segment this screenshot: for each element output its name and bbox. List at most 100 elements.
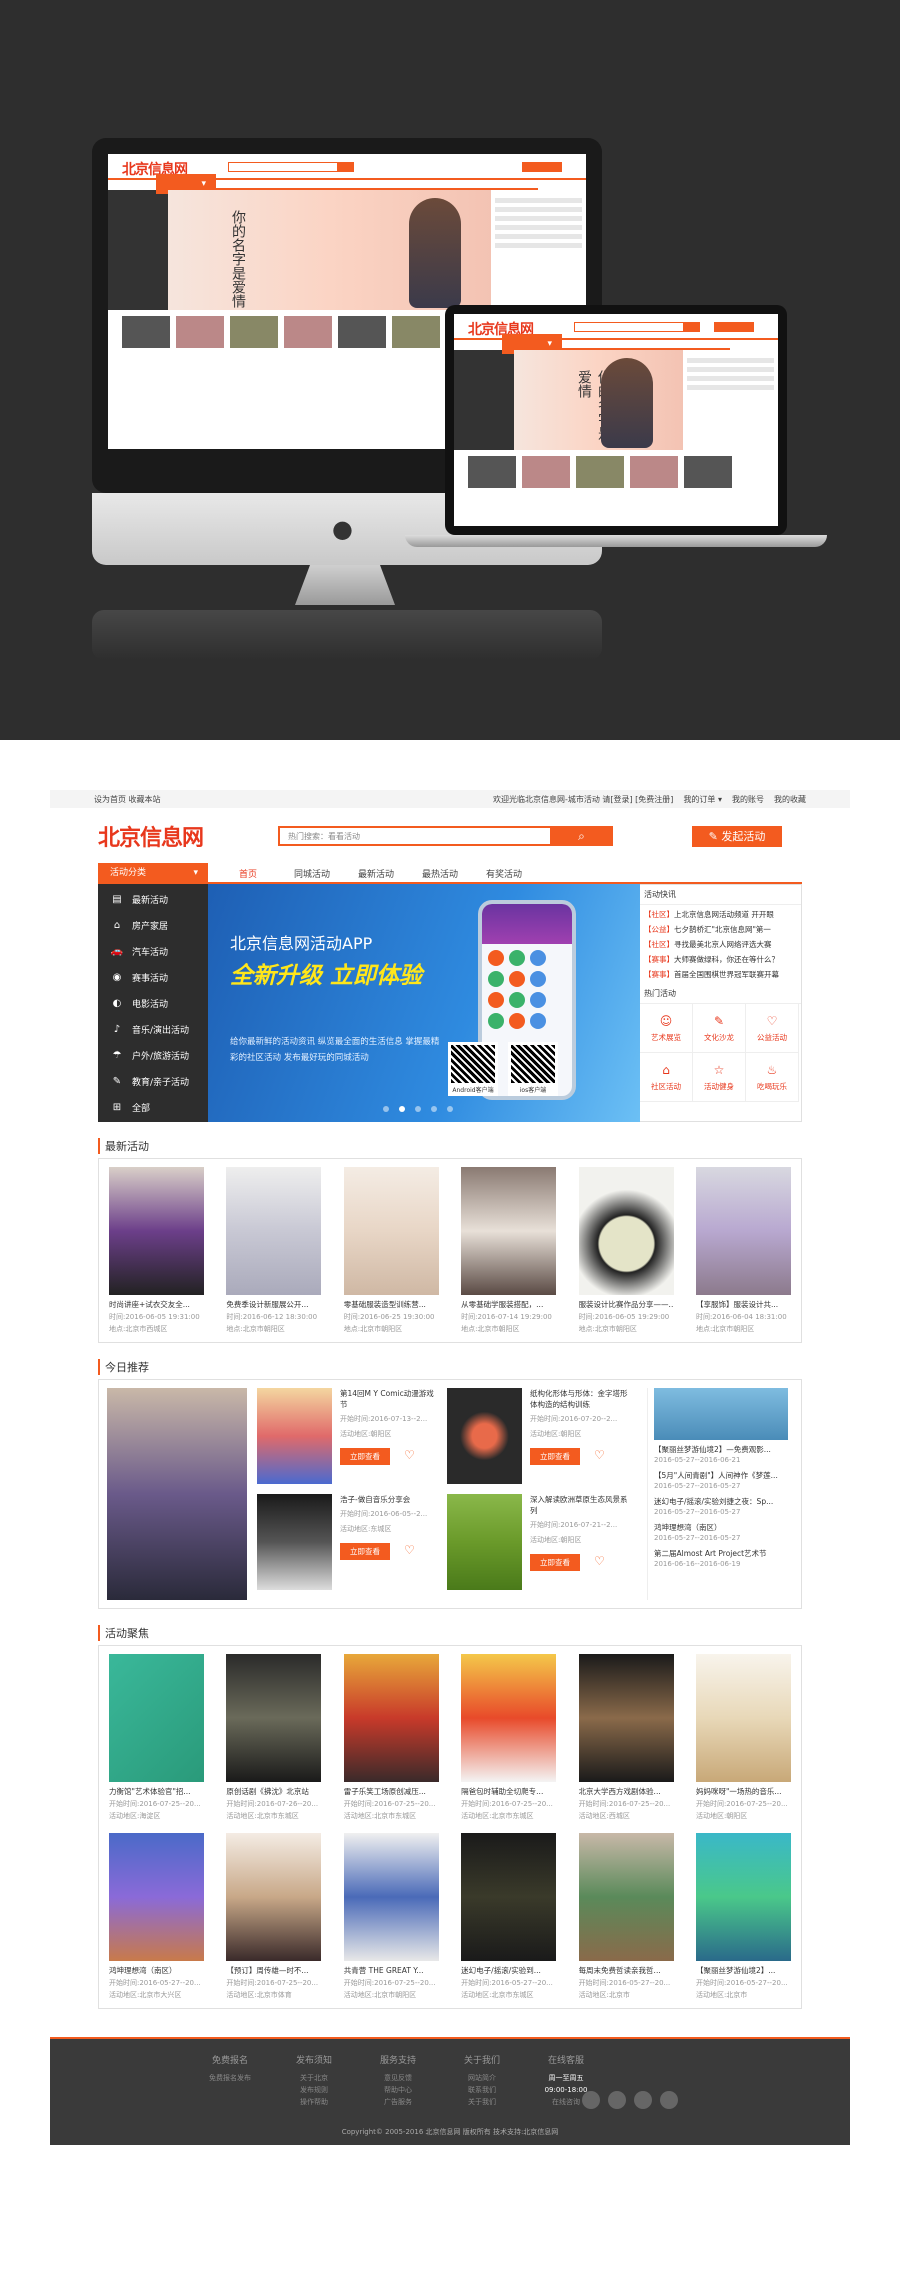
- carousel-dot[interactable]: [431, 1106, 437, 1112]
- carousel-dot[interactable]: [399, 1106, 405, 1112]
- side-list-image[interactable]: [654, 1388, 788, 1440]
- nav-prize[interactable]: 有奖活动: [472, 867, 536, 880]
- side-item-title[interactable]: 迷幻电子/摇滚/实验刘捷之夜：Sp...: [654, 1496, 793, 1507]
- ios-qr-code: ios客户端: [508, 1042, 558, 1096]
- today-time: 开始时间:2016-06-05--2...: [340, 1510, 428, 1518]
- heart-icon[interactable]: ♡: [594, 1554, 605, 1568]
- featured-image[interactable]: [107, 1388, 247, 1600]
- sidebar-item-music[interactable]: ♪ 音乐/演出活动: [98, 1016, 208, 1042]
- side-item-title[interactable]: 鸿坤理想湾（南区）: [654, 1522, 793, 1533]
- sidebar-item-latest[interactable]: ▤ 最新活动: [98, 886, 208, 912]
- hot-salon[interactable]: ✎ 文化沙龙: [693, 1004, 746, 1053]
- wechat-icon[interactable]: [608, 2091, 626, 2109]
- focus-card[interactable]: 【预订】周传雄—时不... 开始时间:2016-07-25--20... 活动地区:…: [226, 1833, 322, 2000]
- view-now-button[interactable]: 立即查看: [530, 1448, 580, 1465]
- site-logo[interactable]: 北京信息网: [98, 820, 204, 852]
- footer-link[interactable]: 操作帮助: [284, 2096, 344, 2108]
- focus-card[interactable]: 鸿坤理想湾（南区） 开始时间:2016-05-27--20... 活动地区:北京市大…: [109, 1833, 204, 2000]
- news-item[interactable]: 【公益】七夕鹊桥汇"北京信息网"第一: [644, 922, 797, 937]
- news-text: 首届全国围棋世界冠军联赛开幕: [674, 970, 779, 979]
- hot-fitness[interactable]: ☆ 活动健身: [693, 1053, 746, 1102]
- hot-charity[interactable]: ♡ 公益活动: [746, 1004, 799, 1053]
- category-dropdown[interactable]: 活动分类: [98, 863, 208, 883]
- activity-card[interactable]: 【享服饰】服装设计共... 时间:2016-06-04 18:31:00 地点:北京…: [695, 1167, 791, 1334]
- view-now-button[interactable]: 立即查看: [340, 1543, 390, 1560]
- focus-card[interactable]: 迷幻电子/摇滚/实验到... 开始时间:2016-05-27--20... 活动地区…: [461, 1833, 557, 2000]
- news-item[interactable]: 【赛事】大师赛做绿科，你还在等什么？: [644, 952, 797, 967]
- heart-icon[interactable]: ♡: [404, 1448, 415, 1462]
- focus-card[interactable]: 北京大学西方戏剧体验... 开始时间:2016-07-25--20... 活动地区:…: [578, 1654, 674, 1821]
- activity-card[interactable]: 零基础服装造型训练营... 时间:2016-06-25 19:30:00 地点:北京…: [343, 1167, 439, 1334]
- carousel-dot[interactable]: [383, 1106, 389, 1112]
- sidebar-item-house[interactable]: ⌂ 房产家居: [98, 912, 208, 938]
- set-home-link[interactable]: 设为首页 收藏本站: [94, 794, 161, 805]
- focus-card[interactable]: 妈妈咪呀"一场热的音乐... 开始时间:2016-07-25--20... 活动地区…: [695, 1654, 791, 1821]
- publish-activity-button[interactable]: ✎ 发起活动: [692, 826, 782, 847]
- news-item[interactable]: 【社区】上北京信息网活动频道 开开眼: [644, 907, 797, 922]
- focus-card[interactable]: 【聚丽丝梦游仙境2】... 开始时间:2016-05-27--20... 活动地区:…: [695, 1833, 791, 2000]
- sidebar-item-sports[interactable]: ◉ 赛事活动: [98, 964, 208, 990]
- favorites-link[interactable]: 我的收藏: [774, 794, 806, 805]
- today-image: [257, 1494, 332, 1590]
- nav-home[interactable]: 首页: [216, 867, 280, 880]
- news-item[interactable]: 【社区】寻找最美北京人网络评选大赛: [644, 937, 797, 952]
- heart-icon[interactable]: ♡: [594, 1448, 605, 1462]
- focus-card[interactable]: 力衡馆"艺术体验官"招... 开始时间:2016-07-25--20... 活动地区…: [109, 1654, 204, 1821]
- focus-card[interactable]: 原创话剧《拂沈》北京站 开始时间:2016-07-26--20... 活动地区:北京…: [226, 1654, 322, 1821]
- news-item[interactable]: 【赛事】首届全国围棋世界冠军联赛开幕: [644, 967, 797, 982]
- app-promo-banner[interactable]: 北京信息网活动APP 全新升级 立即体验 给你最新鲜的活动资讯 纵览最全面的生活…: [208, 884, 640, 1122]
- footer-link[interactable]: 发布规则: [284, 2084, 344, 2096]
- focus-card[interactable]: 共青营 THE GREAT Y... 开始时间:2016-07-25--20...…: [343, 1833, 439, 2000]
- today-item[interactable]: 第14回M Y Comic动漫游戏节 开始时间:2016-07-13--2... 活…: [257, 1388, 447, 1494]
- welcome-text[interactable]: 欢迎光临北京信息网-城市活动 请[登录] [免费注册]: [493, 794, 673, 805]
- search-button[interactable]: ⌕: [550, 826, 613, 846]
- footer-link[interactable]: 关于我们: [452, 2096, 512, 2108]
- footer-link[interactable]: 广告服务: [368, 2096, 428, 2108]
- sidebar-item-outdoor[interactable]: ☂ 户外/旅游活动: [98, 1042, 208, 1068]
- card-title: 【享服饰】服装设计共...: [695, 1300, 779, 1309]
- account-link[interactable]: 我的账号: [732, 794, 764, 805]
- side-item-title[interactable]: 第二届Almost Art Project艺术节: [654, 1548, 793, 1559]
- footer-link[interactable]: 联系我们: [452, 2084, 512, 2096]
- footer-link[interactable]: 关于北京: [284, 2072, 344, 2084]
- hot-art[interactable]: ☺ 艺术展览: [640, 1004, 693, 1053]
- nav-hot[interactable]: 最热活动: [408, 867, 472, 880]
- footer-link[interactable]: 意见反馈: [368, 2072, 428, 2084]
- search-input[interactable]: 热门搜索：看看活动: [278, 826, 564, 846]
- side-item-title[interactable]: 【聚丽丝梦游仙境2】—免费观影...: [654, 1444, 793, 1455]
- hot-community[interactable]: ⌂ 社区活动: [640, 1053, 693, 1102]
- sidebar-item-education[interactable]: ✎ 教育/亲子活动: [98, 1068, 208, 1094]
- today-item[interactable]: 深入解读欧洲草原生态风景系列 开始时间:2016-07-21--2... 活动地区:…: [447, 1494, 637, 1600]
- hot-food[interactable]: ♨ 吃喝玩乐: [746, 1053, 799, 1102]
- focus-card[interactable]: 雷子乐笑工场原创减压... 开始时间:2016-07-25--20... 活动地区:…: [343, 1654, 439, 1821]
- footer-link[interactable]: 帮助中心: [368, 2084, 428, 2096]
- focus-card[interactable]: 每周末免费哲读亲我哲... 开始时间:2016-05-27--20... 活动地区:…: [578, 1833, 674, 2000]
- activity-card[interactable]: 时尚讲座+试衣交友全... 时间:2016-06-05 19:31:00 地点:北京…: [109, 1167, 204, 1334]
- activity-card[interactable]: 服装设计比赛作品分享——... 时间:2016-06-05 19:29:00 地点:…: [578, 1167, 674, 1334]
- android-icon[interactable]: [634, 2091, 652, 2109]
- carousel-dot[interactable]: [415, 1106, 421, 1112]
- today-item[interactable]: 浩子-做自音乐分享会 开始时间:2016-06-05--2... 活动地区:东城区立…: [257, 1494, 447, 1600]
- activity-card[interactable]: 免费季设计新服展公开... 时间:2016-06-12 18:30:00 地点:北京…: [226, 1167, 322, 1334]
- sidebar-item-car[interactable]: 🚗 汽车活动: [98, 938, 208, 964]
- nav-latest[interactable]: 最新活动: [344, 867, 408, 880]
- sidebar-item-movie[interactable]: ◐ 电影活动: [98, 990, 208, 1016]
- footer: 免费报名 免费报名发布 发布须知 关于北京 发布规则 操作帮助 服务支持 意见反馈 帮助中心…: [50, 2037, 850, 2145]
- view-now-button[interactable]: 立即查看: [530, 1554, 580, 1571]
- weibo-icon[interactable]: [582, 2091, 600, 2109]
- footer-link[interactable]: 免费报名发布: [200, 2072, 260, 2084]
- activity-card[interactable]: 从零基础学服装搭配，... 时间:2016-07-14 19:29:00 地点:北京…: [461, 1167, 557, 1334]
- heart-icon[interactable]: ♡: [404, 1543, 415, 1557]
- focus-card[interactable]: 隔爸包时辅助全切爬专... 开始时间:2016-07-25--20... 活动地区:…: [461, 1654, 557, 1821]
- footer-link[interactable]: 网站简介: [452, 2072, 512, 2084]
- sidebar-item-all[interactable]: ⊞ 全部: [98, 1094, 208, 1120]
- orders-link[interactable]: 我的订单 ▾: [683, 794, 722, 805]
- apple-icon[interactable]: [660, 2091, 678, 2109]
- side-item-title[interactable]: 【5月"人间青剧"】人间神作《梦莲...: [654, 1470, 793, 1481]
- nav-local[interactable]: 同城活动: [280, 867, 344, 880]
- card-time: 开始时间:2016-07-25--20...: [695, 1800, 788, 1808]
- card-time: 时间:2016-06-12 18:30:00: [226, 1313, 318, 1321]
- view-now-button[interactable]: 立即查看: [340, 1448, 390, 1465]
- carousel-dot[interactable]: [447, 1106, 453, 1112]
- today-item[interactable]: 纸构化形体与形体：金字塔形体构造的结构训练 开始时间:2016-07-20--2.…: [447, 1388, 637, 1494]
